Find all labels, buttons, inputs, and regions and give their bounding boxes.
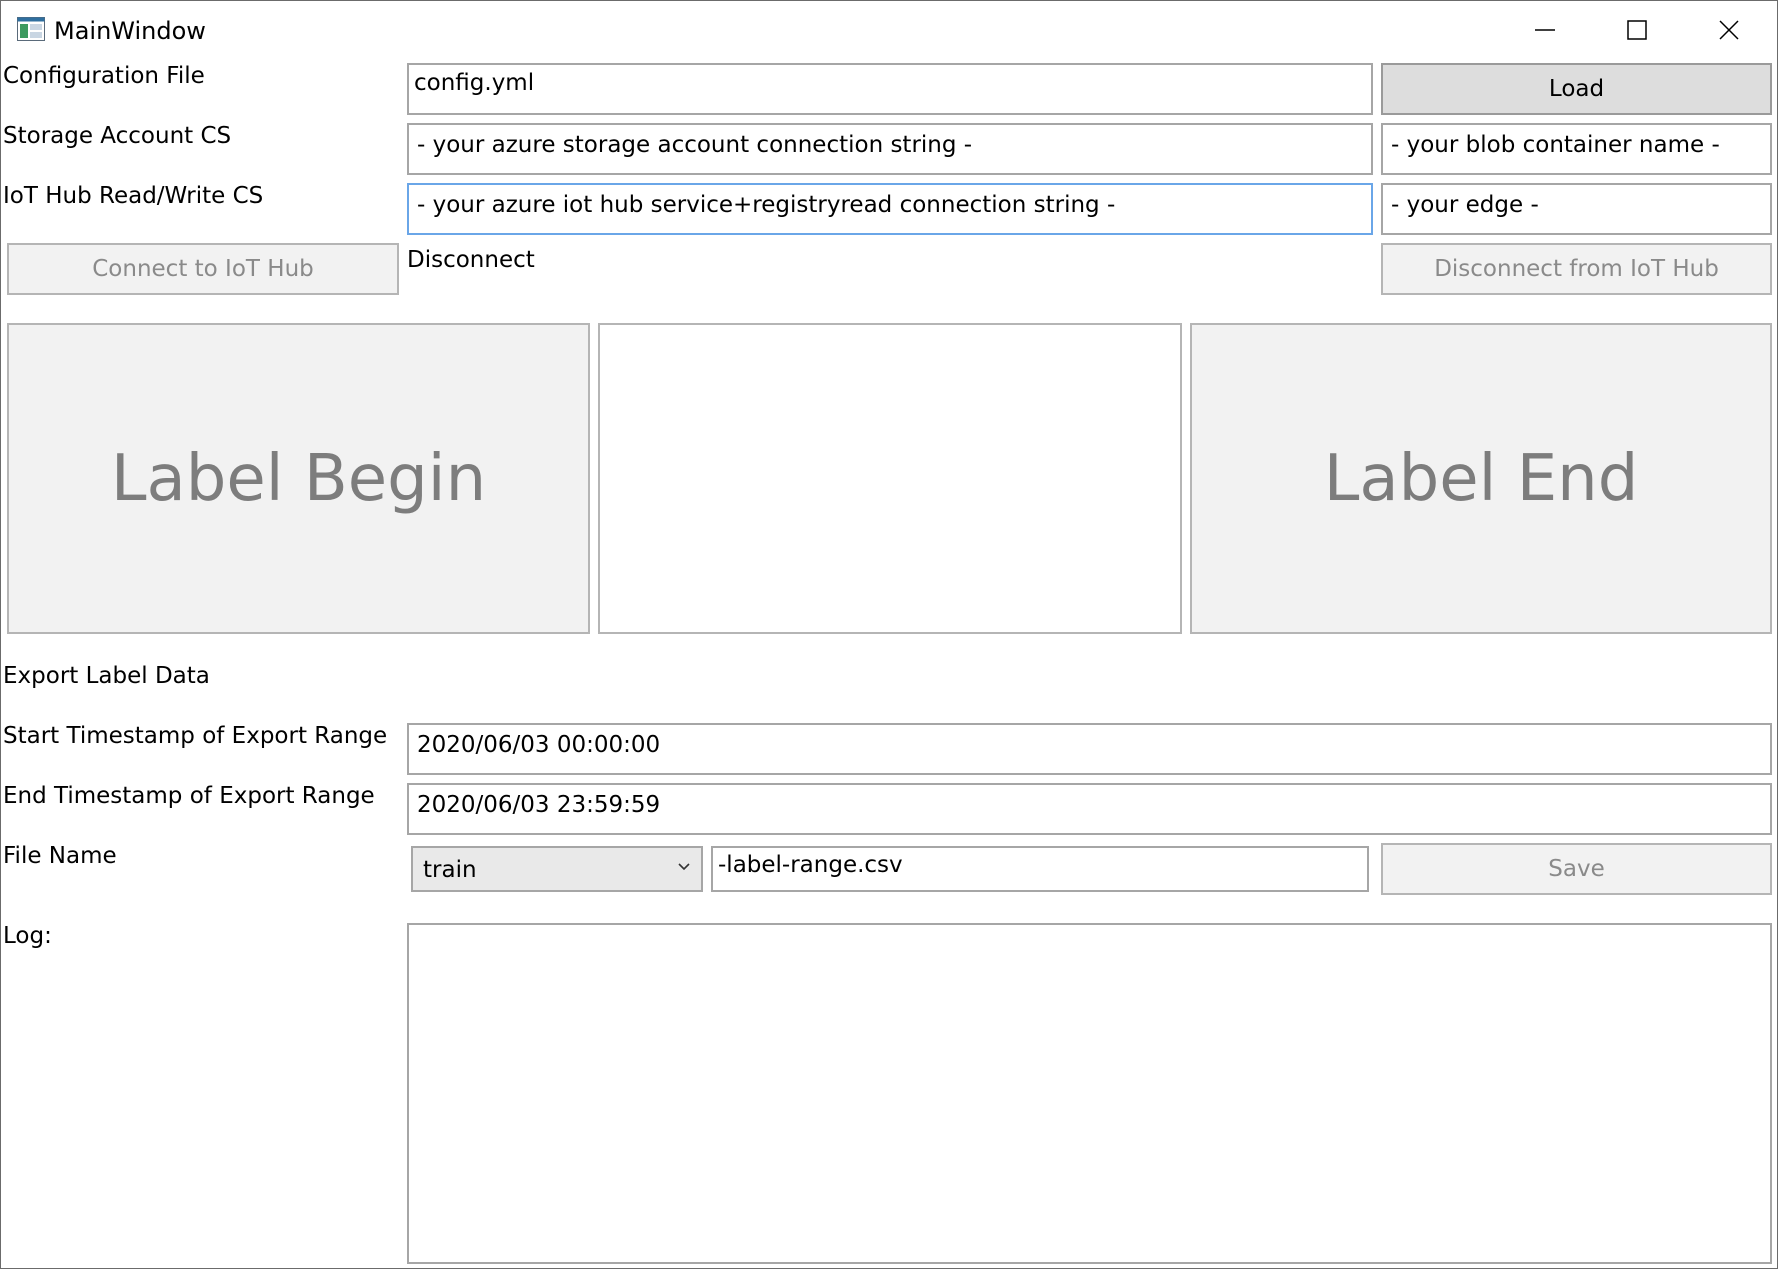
label-status-panel [598, 323, 1182, 634]
log-textarea[interactable] [407, 923, 1772, 1264]
disconnect-iot-hub-button[interactable]: Disconnect from IoT Hub [1381, 243, 1772, 295]
file-prefix-dropdown[interactable]: train [411, 846, 703, 892]
window-title: MainWindow [54, 17, 206, 45]
file-name-label: File Name [3, 843, 117, 869]
connection-status-text: Disconnect [407, 247, 535, 273]
connect-iot-hub-button[interactable]: Connect to IoT Hub [7, 243, 399, 295]
close-icon [1719, 20, 1739, 40]
label-end-button[interactable]: Label End [1190, 323, 1772, 634]
iot-hub-connection-string-input[interactable]: - your azure iot hub service+registryrea… [407, 183, 1373, 235]
export-heading: Export Label Data [3, 663, 210, 689]
label-begin-button[interactable]: Label Begin [7, 323, 590, 634]
maximize-icon [1627, 20, 1647, 40]
iot-hub-cs-label: IoT Hub Read/Write CS [3, 183, 264, 209]
save-button[interactable]: Save [1381, 843, 1772, 895]
app-window-icon [17, 17, 45, 41]
log-label: Log: [3, 923, 52, 949]
close-button[interactable] [1683, 1, 1775, 59]
storage-account-label: Storage Account CS [3, 123, 232, 149]
label-end-text: Label End [1323, 441, 1639, 516]
start-timestamp-label: Start Timestamp of Export Range [3, 723, 388, 749]
maximize-button[interactable] [1591, 1, 1683, 59]
edge-device-input[interactable]: - your edge - [1381, 183, 1772, 235]
minimize-button[interactable] [1499, 1, 1591, 59]
end-timestamp-label: End Timestamp of Export Range [3, 783, 375, 809]
load-button[interactable]: Load [1381, 63, 1772, 115]
label-begin-text: Label Begin [110, 441, 487, 516]
storage-connection-string-input[interactable]: - your azure storage account connection … [407, 123, 1373, 175]
blob-container-name-input[interactable]: - your blob container name - [1381, 123, 1772, 175]
file-suffix-input[interactable]: -label-range.csv [711, 846, 1369, 892]
file-prefix-selected: train [423, 857, 477, 883]
start-timestamp-input[interactable]: 2020/06/03 00:00:00 [407, 723, 1772, 775]
config-file-label: Configuration File [3, 63, 205, 89]
main-window: MainWindow Configuration File config.yml… [0, 0, 1778, 1269]
config-file-input[interactable]: config.yml [407, 63, 1373, 115]
chevron-down-icon [678, 863, 690, 871]
end-timestamp-input[interactable]: 2020/06/03 23:59:59 [407, 783, 1772, 835]
minimize-icon [1535, 29, 1555, 31]
title-bar[interactable]: MainWindow [1, 1, 1777, 59]
